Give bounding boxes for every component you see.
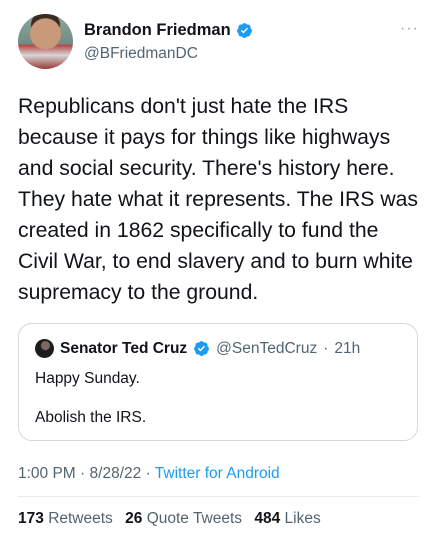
quote-tweets-label: Quote Tweets [146,510,243,527]
meta-separator: · [145,465,151,482]
more-options-icon[interactable]: ··· [400,20,419,38]
quote-tweets-count: 26 [125,510,143,527]
tweet-time[interactable]: 1:00 PM [18,465,76,482]
quote-tweets-stat[interactable]: 26 Quote Tweets [125,510,242,527]
verified-badge-icon [236,23,252,38]
tweet-meta: 1:00 PM · 8/28/22 · Twitter for Android [18,465,280,483]
quoted-timestamp: 21h [334,339,361,357]
quoted-tweet[interactable]: Senator Ted Cruz @SenTedCruz · 21h Happy… [18,323,418,441]
likes-count: 484 [254,510,281,527]
tweet-header: Brandon Friedman @BFriedmanDC ··· [18,14,419,70]
quoted-text-line-1: Happy Sunday. [35,370,140,387]
quoted-text-line-2: Abolish the IRS. [35,409,147,426]
author-avatar[interactable] [18,14,73,69]
author-name[interactable]: Brandon Friedman [84,21,231,40]
author-name-row: Brandon Friedman [84,21,253,40]
quoted-time-separator: · [323,339,329,357]
meta-separator: · [80,465,86,482]
retweets-count: 173 [18,510,44,527]
likes-stat[interactable]: 484 Likes [254,510,320,527]
tweet-date[interactable]: 8/28/22 [90,465,142,482]
verified-badge-icon [194,341,210,356]
quoted-tweet-header: Senator Ted Cruz @SenTedCruz · 21h [35,339,360,358]
quoted-author-handle: @SenTedCruz [216,339,318,357]
likes-label: Likes [284,510,321,527]
tweet-source-link[interactable]: Twitter for Android [155,465,280,482]
divider [18,496,419,497]
quoted-author-avatar [35,339,54,358]
author-handle[interactable]: @BFriedmanDC [84,45,198,63]
retweets-stat[interactable]: 173 Retweets [18,510,113,527]
tweet-stats: 173 Retweets 26 Quote Tweets 484 Likes [18,510,329,528]
tweet-text: Republicans don't just hate the IRS beca… [18,95,419,304]
retweets-label: Retweets [48,510,113,527]
quoted-author-name: Senator Ted Cruz [60,339,188,357]
